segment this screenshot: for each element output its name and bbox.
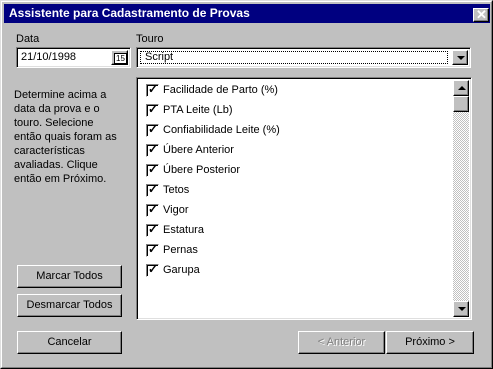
next-button[interactable]: Próximo > — [386, 331, 474, 354]
trait-checkbox[interactable]: ✓ — [146, 242, 159, 257]
wizard-window: Assistente para Cadastramento de Provas … — [0, 0, 493, 369]
close-icon: ✕ — [476, 7, 487, 22]
scroll-up-button[interactable] — [453, 80, 469, 96]
checkmark-icon: ✓ — [148, 102, 159, 116]
calendar-button[interactable]: 15 — [111, 50, 128, 65]
back-button[interactable]: < Anterior — [298, 331, 385, 354]
trait-label: Pernas — [163, 244, 198, 256]
bull-selected-value: Script — [140, 51, 448, 64]
arrow-up-icon — [458, 86, 466, 90]
trait-checkbox[interactable]: ✓ — [146, 262, 159, 277]
trait-label: Úbere Posterior — [163, 164, 241, 176]
trait-label: PTA Leite (Lb) — [163, 104, 233, 116]
trait-checkbox[interactable]: ✓ — [146, 122, 159, 137]
trait-checkbox[interactable]: ✓ — [146, 202, 159, 217]
unmark-all-button[interactable]: Desmarcar Todos — [17, 294, 122, 317]
trait-label: Garupa — [163, 264, 200, 276]
checkmark-icon: ✓ — [148, 202, 159, 216]
trait-label: Vigor — [163, 204, 189, 216]
scroll-down-button[interactable] — [453, 301, 469, 317]
checkmark-icon: ✓ — [148, 82, 159, 96]
window-title: Assistente para Cadastramento de Provas — [9, 6, 250, 20]
bull-select[interactable]: Script — [136, 47, 471, 68]
title-bar[interactable]: Assistente para Cadastramento de Provas … — [4, 4, 490, 23]
checkmark-icon: ✓ — [148, 222, 159, 236]
trait-checkbox[interactable]: ✓ — [146, 222, 159, 237]
trait-label: Facilidade de Parto (%) — [163, 84, 278, 96]
checkmark-icon: ✓ — [148, 142, 159, 156]
trait-checkbox[interactable]: ✓ — [146, 82, 159, 97]
scrollbar[interactable] — [453, 80, 469, 317]
traits-list[interactable]: ✓ Facilidade de Parto (%) ✓ PTA Leite (Lb) ✓… — [136, 77, 472, 320]
checkmark-icon: ✓ — [148, 122, 159, 136]
date-field[interactable]: 21/10/1998 15 — [16, 47, 131, 68]
calendar-icon: 15 — [114, 53, 127, 64]
scroll-thumb[interactable] — [453, 96, 469, 112]
trait-checkbox[interactable]: ✓ — [146, 142, 159, 157]
date-value: 21/10/1998 — [21, 51, 77, 63]
instructions-text: Determine acima a data da prova e o tour… — [14, 89, 117, 185]
trait-label: Tetos — [163, 184, 190, 196]
bull-label: Touro — [136, 33, 164, 45]
checkmark-icon: ✓ — [148, 182, 159, 196]
checkmark-icon: ✓ — [148, 242, 159, 256]
date-label: Data — [16, 33, 40, 45]
chevron-down-icon — [457, 56, 465, 60]
checkmark-icon: ✓ — [148, 262, 159, 276]
arrow-down-icon — [458, 307, 466, 311]
bull-dropdown-button[interactable] — [452, 50, 468, 65]
mark-all-button[interactable]: Marcar Todos — [17, 265, 122, 288]
trait-checkbox[interactable]: ✓ — [146, 162, 159, 177]
checkmark-icon: ✓ — [148, 162, 159, 176]
cancel-button[interactable]: Cancelar — [17, 331, 122, 354]
trait-label: Confiabilidade Leite (%) — [163, 124, 280, 136]
trait-label: Estatura — [163, 224, 204, 236]
trait-checkbox[interactable]: ✓ — [146, 182, 159, 197]
trait-label: Úbere Anterior — [163, 144, 234, 156]
trait-checkbox[interactable]: ✓ — [146, 102, 159, 117]
close-button[interactable]: ✕ — [473, 8, 489, 22]
